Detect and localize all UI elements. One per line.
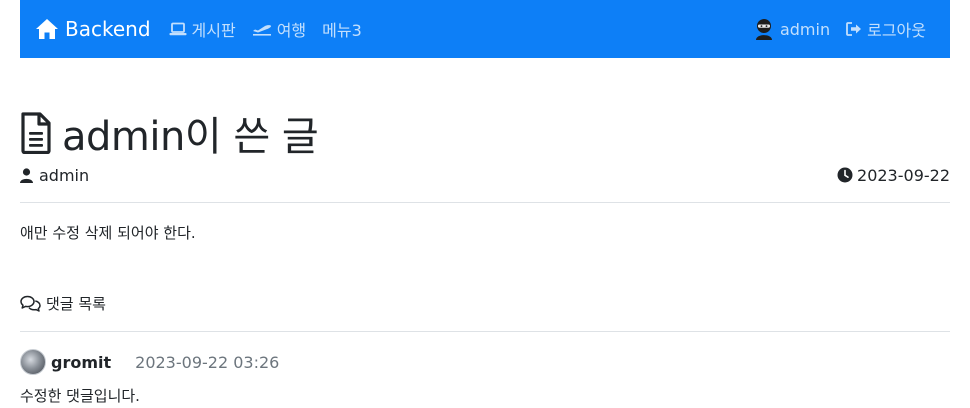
file-text-icon: [21, 112, 51, 154]
comment-body: 수정한 댓글입니다.: [20, 387, 140, 405]
clock-icon: [837, 167, 853, 183]
post-author: admin: [20, 166, 89, 185]
nav-user[interactable]: admin: [753, 18, 830, 40]
page-title: admin이 쓴 글: [20, 104, 319, 162]
user-icon: [20, 167, 33, 183]
post-date: 2023-09-22: [837, 166, 950, 185]
comment-user[interactable]: gromit: [51, 353, 111, 372]
logout-link[interactable]: 로그아웃: [846, 17, 926, 41]
comments-heading-label: 댓글 목록: [46, 295, 106, 313]
nav-item-travel[interactable]: 여행: [252, 17, 306, 41]
comment-avatar: [20, 349, 46, 375]
laptop-icon: [169, 22, 187, 36]
nav-item-menu3[interactable]: 메뉴3: [322, 17, 362, 41]
divider: [20, 331, 950, 332]
post-date-value: 2023-09-22: [857, 165, 950, 185]
nav-item-menu3-label: 메뉴3: [322, 21, 362, 40]
nav-item-board[interactable]: 게시판: [169, 17, 236, 41]
comment-header: gromit 2023-09-22 03:26: [20, 349, 279, 375]
post-meta: admin 2023-09-22: [20, 164, 950, 186]
nav-item-board-label: 게시판: [191, 21, 236, 40]
brand-label: Backend: [65, 17, 151, 41]
logout-label: 로그아웃: [867, 21, 926, 40]
post-author-name: admin: [39, 165, 90, 185]
nav-username: admin: [779, 19, 831, 39]
sign-out-icon: [846, 22, 862, 36]
ninja-avatar-icon: [755, 19, 772, 40]
divider: [20, 202, 950, 203]
top-navbar: Backend 게시판 여행 메뉴3 admin 로그아웃: [20, 0, 950, 58]
brand-link[interactable]: Backend: [35, 17, 151, 41]
nav-item-travel-label: 여행: [276, 21, 307, 40]
comments-heading: 댓글 목록: [20, 293, 106, 314]
comments-icon: [20, 295, 41, 312]
post-content: 애만 수정 삭제 되어야 한다.: [20, 224, 196, 242]
plane-icon: [252, 25, 271, 36]
home-icon: [36, 19, 58, 39]
post-title: admin이 쓴 글: [62, 114, 319, 160]
comment-time: 2023-09-22 03:26: [135, 352, 280, 372]
